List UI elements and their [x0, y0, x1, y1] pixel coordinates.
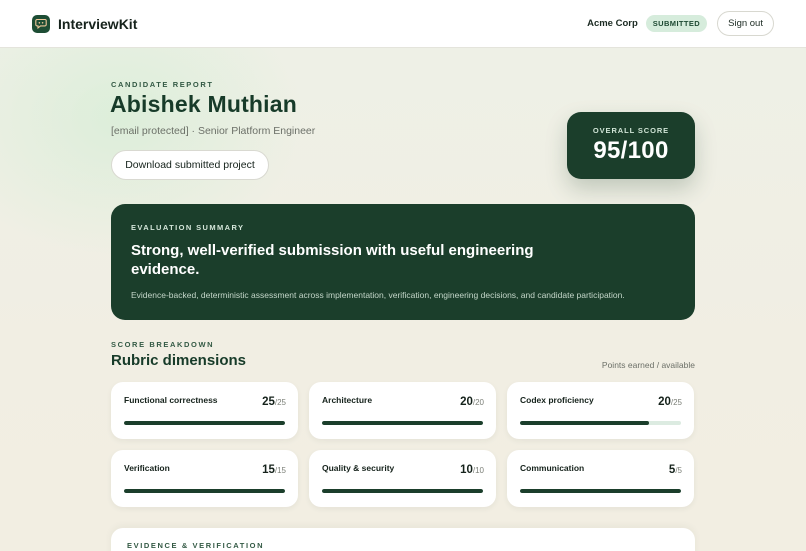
summary-description: Evidence-backed, deterministic assessmen…: [131, 290, 625, 300]
rubric-card-verification: Verification 15/15: [111, 450, 298, 507]
status-badge: SUBMITTED: [645, 15, 708, 32]
rubric-score: 15/15: [262, 464, 286, 476]
organization-name: Acme Corp: [587, 18, 638, 29]
rubric-label: Functional correctness: [124, 395, 218, 405]
download-project-button[interactable]: Download submitted project: [111, 150, 269, 180]
rubric-progress-bar: [520, 421, 681, 425]
points-hint: Points earned / available: [601, 360, 695, 370]
rubric-progress-bar: [322, 489, 483, 493]
evaluation-summary: EVALUATION SUMMARY Strong, well-verified…: [111, 204, 695, 320]
rubric-available: /5: [675, 466, 682, 475]
overall-score-value: 95/100: [593, 137, 669, 164]
rubric-available: /25: [274, 398, 286, 407]
header-actions: Acme Corp SUBMITTED Sign out: [587, 11, 774, 36]
rubric-score: 25/25: [262, 396, 286, 408]
brand-name: InterviewKit: [58, 15, 138, 32]
rubric-title: Rubric dimensions: [111, 352, 247, 369]
summary-eyebrow: EVALUATION SUMMARY: [131, 223, 245, 232]
rubric-progress-fill: [322, 421, 483, 425]
overall-score-label: OVERALL SCORE: [592, 126, 670, 135]
rubric-progress-fill: [520, 421, 649, 425]
rubric-card-codex-proficiency: Codex proficiency 20/25: [507, 382, 694, 439]
evidence-section: EVIDENCE & VERIFICATION: [111, 528, 695, 551]
rubric-earned: 25: [262, 396, 275, 408]
rubric-label: Architecture: [322, 395, 373, 405]
rubric-available: /25: [670, 398, 682, 407]
rubric-card-functional-correctness: Functional correctness 25/25: [111, 382, 298, 439]
rubric-progress-fill: [124, 421, 285, 425]
top-bar: InterviewKit Acme Corp SUBMITTED Sign ou…: [0, 0, 806, 48]
rubric-label: Codex proficiency: [520, 395, 594, 405]
rubric-card-quality-security: Quality & security 10/10: [309, 450, 496, 507]
rubric-card-communication: Communication 5/5: [507, 450, 694, 507]
rubric-progress-fill: [322, 489, 483, 493]
evidence-eyebrow: EVIDENCE & VERIFICATION: [127, 541, 265, 550]
rubric-progress-bar: [124, 489, 285, 493]
rubric-progress-bar: [124, 421, 285, 425]
brand[interactable]: InterviewKit: [32, 14, 138, 33]
rubric-earned: 10: [460, 464, 473, 476]
rubric-label: Communication: [520, 463, 585, 473]
sign-out-button[interactable]: Sign out: [717, 11, 774, 36]
rubric-earned: 20: [460, 396, 473, 408]
rubric-progress-fill: [520, 489, 681, 493]
summary-title: Strong, well-verified submission with us…: [131, 242, 534, 278]
rubric-progress-bar: [520, 489, 681, 493]
rubric-score: 20/25: [658, 396, 682, 408]
rubric-progress-fill: [124, 489, 285, 493]
rubric-score: 5/5: [669, 464, 682, 476]
rubric-available: /20: [472, 398, 484, 407]
rubric-earned: 15: [262, 464, 275, 476]
rubric-card-architecture: Architecture 20/20: [309, 382, 496, 439]
rubric-available: /15: [274, 466, 286, 475]
score-breakdown-eyebrow: SCORE BREAKDOWN: [111, 340, 215, 349]
rubric-score: 20/20: [460, 396, 484, 408]
candidate-report-eyebrow: CANDIDATE REPORT: [111, 80, 214, 89]
rubric-label: Verification: [124, 463, 170, 473]
candidate-name: Abishek Muthian: [110, 91, 298, 117]
rubric-earned: 20: [658, 396, 671, 408]
rubric-score: 10/10: [460, 464, 484, 476]
report-content: CANDIDATE REPORT Abishek Muthian [email …: [0, 0, 806, 551]
overall-score-card: OVERALL SCORE 95/100: [567, 112, 695, 179]
chat-bubble-icon: [32, 14, 50, 33]
candidate-subtitle: [email protected] · Senior Platform Engi…: [111, 125, 316, 137]
rubric-progress-bar: [322, 421, 483, 425]
rubric-label: Quality & security: [322, 463, 395, 473]
rubric-available: /10: [472, 466, 484, 475]
